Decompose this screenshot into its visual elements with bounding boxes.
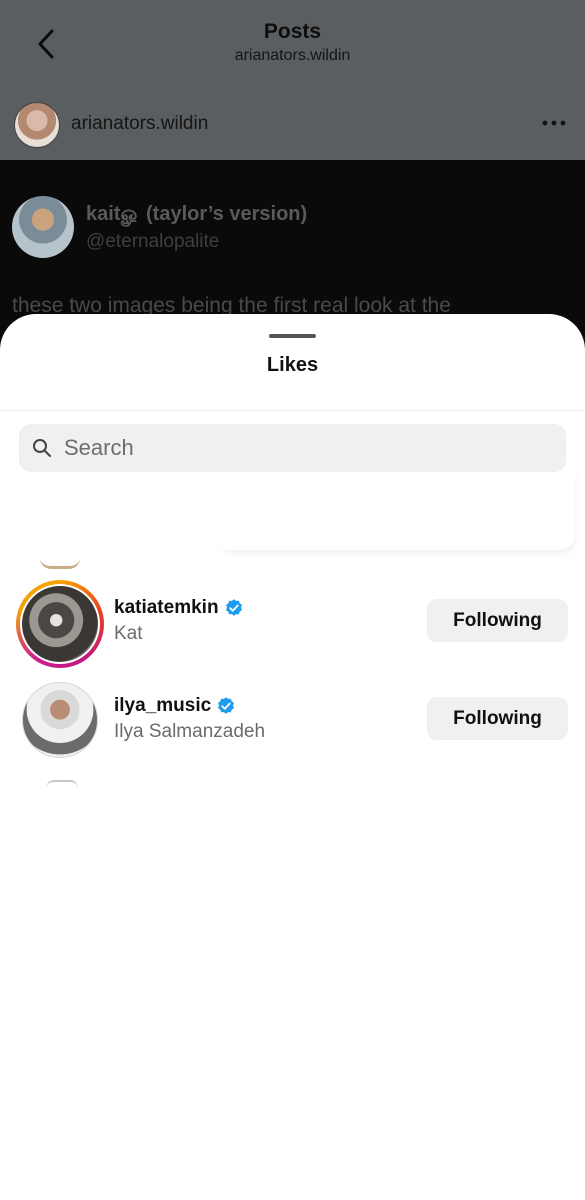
- likes-sheet: Likes katiatemkin Kat Following: [0, 314, 585, 1200]
- avatar[interactable]: [22, 682, 98, 758]
- post-author-username[interactable]: arianators.wildin: [71, 113, 208, 135]
- embedded-tweet-avatar: [12, 196, 74, 258]
- username-text: katiatemkin: [114, 597, 219, 618]
- following-button[interactable]: Following: [427, 697, 568, 740]
- username-text: ilya_music: [114, 695, 212, 716]
- list-item-partial-top: [40, 558, 80, 569]
- username[interactable]: ilya_music: [114, 695, 236, 717]
- dropdown-shadow: [215, 464, 575, 550]
- following-button[interactable]: Following: [427, 599, 568, 642]
- search-bar[interactable]: [19, 424, 566, 472]
- story-ring-avatar[interactable]: [16, 580, 104, 668]
- search-icon: [32, 438, 52, 458]
- username[interactable]: katiatemkin: [114, 597, 244, 619]
- list-item[interactable]: ilya_music Ilya Salmanzadeh Following: [0, 678, 585, 768]
- embedded-tweet-name: kaitௐ (taylor’s version): [86, 203, 308, 225]
- post-author-avatar[interactable]: [14, 102, 60, 148]
- list-item[interactable]: katiatemkin Kat Following: [0, 580, 585, 670]
- full-name: Ilya Salmanzadeh: [114, 721, 266, 742]
- more-horizontal-icon: [542, 120, 566, 126]
- verified-badge-icon: [216, 696, 236, 716]
- full-name: Kat: [114, 623, 143, 644]
- embedded-tweet-handle: @eternalopalite: [86, 231, 220, 252]
- search-input[interactable]: [62, 434, 546, 462]
- avatar: [22, 586, 98, 662]
- page-subtitle: arianators.wildin: [234, 47, 351, 64]
- verified-badge-icon: [224, 598, 244, 618]
- sheet-grabber[interactable]: [269, 334, 316, 338]
- sheet-divider: [0, 410, 585, 411]
- list-item-partial-bottom: [46, 780, 78, 788]
- page-title: Posts: [263, 20, 322, 43]
- sheet-title: Likes: [266, 354, 319, 376]
- more-options-button[interactable]: [540, 114, 568, 132]
- posts-header: Posts arianators.wildin arianators.wildi…: [0, 0, 585, 160]
